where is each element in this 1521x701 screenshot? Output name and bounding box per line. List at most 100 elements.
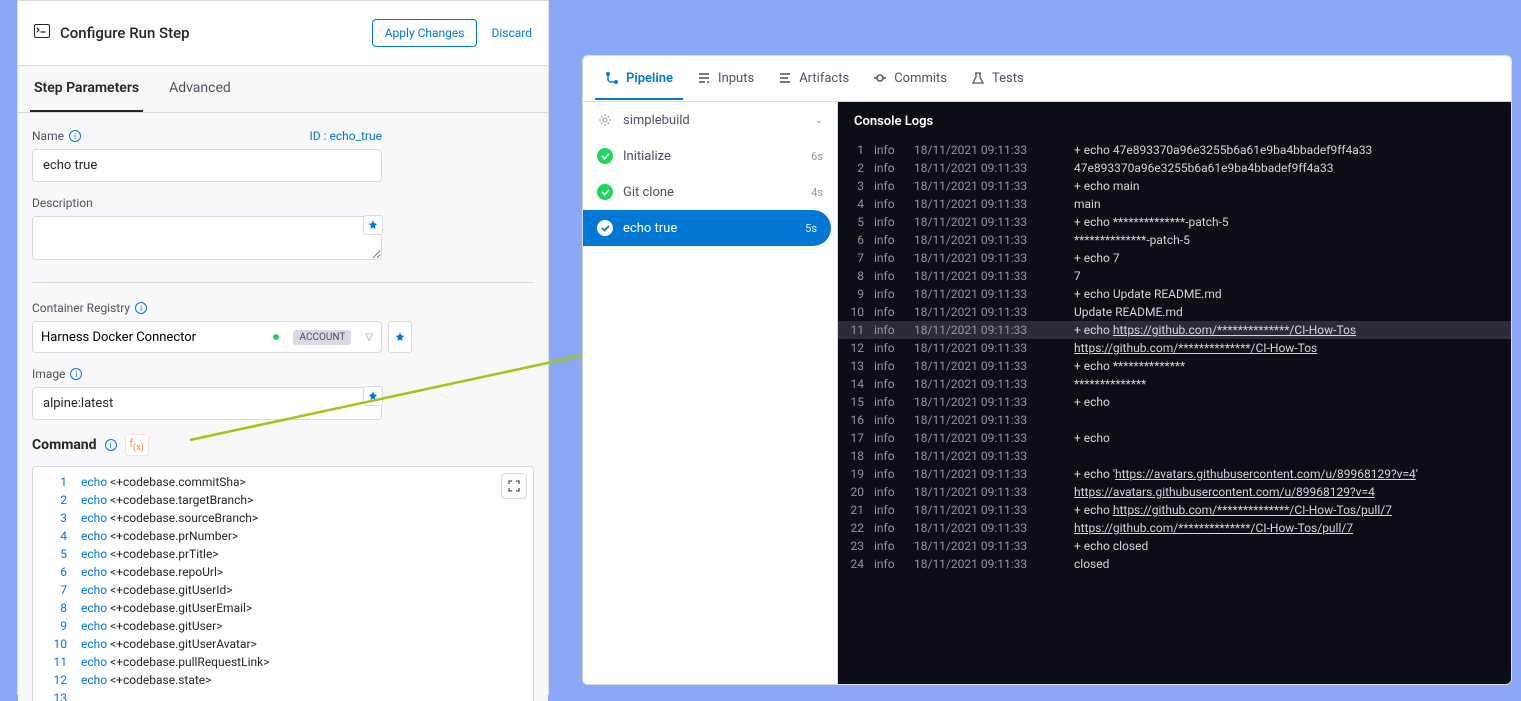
divider [32,282,534,283]
log-link[interactable]: https://github.com/**************/CI-How… [1074,521,1353,535]
tab-tests[interactable]: Tests [961,59,1034,100]
pin-button[interactable] [363,386,383,406]
image-input[interactable] [32,387,382,420]
log-line: 14info18/11/2021 09:11:33************** [838,375,1511,393]
log-line: 20info18/11/2021 09:11:33https://avatars… [838,483,1511,501]
registry-value: Harness Docker Connector [41,330,196,345]
registry-label: Container Registryi [32,301,534,315]
log-line: 21info18/11/2021 09:11:33+ echo https://… [838,501,1511,519]
code-line[interactable]: 9echo <+codebase.gitUser> [33,617,533,635]
id-display: ID : echo_true [310,129,382,143]
command-editor[interactable]: 1echo <+codebase.commitSha>2echo <+codeb… [32,466,534,701]
log-line: 22info18/11/2021 09:11:33https://github.… [838,519,1511,537]
log-line: 6info18/11/2021 09:11:33**************-p… [838,231,1511,249]
registry-connector-select[interactable]: Harness Docker Connector ACCOUNT ▽ [32,321,382,353]
log-line: 3info18/11/2021 09:11:33+ echo main [838,177,1511,195]
code-line[interactable]: 8echo <+codebase.gitUserEmail> [33,599,533,617]
expand-icon [508,480,520,492]
tab-commits[interactable]: Commits [863,59,957,100]
tab-advanced[interactable]: Advanced [165,66,235,112]
info-icon[interactable]: i [69,130,81,142]
code-line[interactable]: 2echo <+codebase.targetBranch> [33,491,533,509]
pin-icon [395,332,405,342]
step-duration: 5s [805,222,817,235]
log-line: 16info18/11/2021 09:11:33 [838,411,1511,429]
expand-editor-button[interactable] [501,473,527,499]
log-line: 11info18/11/2021 09:11:33+ echo https://… [838,321,1511,339]
discard-button[interactable]: Discard [491,26,532,40]
code-line[interactable]: 6echo <+codebase.repoUrl> [33,563,533,581]
log-link[interactable]: https://github.com/**************/CI-How… [1074,341,1317,355]
name-input[interactable] [32,149,382,182]
log-line: 24info18/11/2021 09:11:33closed [838,555,1511,573]
info-icon[interactable]: i [135,302,147,314]
step-row[interactable]: Initialize6s [583,138,837,174]
apply-changes-button[interactable]: Apply Changes [372,19,478,47]
step-name: Git clone [623,185,674,200]
execution-body: simplebuild ⌄ Initialize6sGit clone4sech… [583,102,1511,684]
pipeline-icon [605,71,619,85]
panel-title-text: Configure Run Step [60,24,190,42]
code-line[interactable]: 11echo <+codebase.pullRequestLink> [33,653,533,671]
name-label: Namei [32,129,81,143]
log-link[interactable]: https://github.com/**************/CI-How… [1113,323,1356,337]
registry-row: Container Registryi Harness Docker Conne… [32,301,534,353]
check-icon [597,220,613,236]
code-line[interactable]: 12echo <+codebase.state> [33,671,533,689]
expression-button[interactable]: f(x) [125,434,149,456]
artifacts-icon [778,71,792,85]
tests-icon [971,71,985,85]
execution-tabs: Pipeline Inputs Artifacts Commits Tests [583,56,1511,102]
command-header: Command i f(x) [32,434,534,456]
check-icon [597,184,613,200]
commits-icon [873,71,887,85]
step-duration: 6s [811,150,823,163]
command-label: Command [32,437,97,453]
inputs-icon [697,71,711,85]
info-icon[interactable]: i [70,368,82,380]
image-label: Imagei [32,367,534,381]
code-line[interactable]: 4echo <+codebase.prNumber> [33,527,533,545]
pin-button[interactable] [363,215,383,235]
image-row: Imagei [32,367,534,420]
log-link[interactable]: https://github.com/**************/CI-How… [1113,503,1392,517]
code-line[interactable]: 1echo <+codebase.commitSha> [33,473,533,491]
execution-panel: Pipeline Inputs Artifacts Commits Tests [582,55,1512,685]
pin-button[interactable] [388,321,412,353]
log-link[interactable]: https://avatars.githubusercontent.com/u/… [1074,485,1375,499]
command-row: Command i f(x) 1echo <+codebase.commitSh… [32,434,534,701]
step-row[interactable]: echo true5s [583,210,831,246]
log-line: 9info18/11/2021 09:11:33+ echo Update RE… [838,285,1511,303]
description-textarea[interactable] [32,216,382,260]
fx-icon: f(x) [129,437,144,453]
log-link[interactable]: https://avatars.githubusercontent.com/u/… [1115,467,1416,481]
code-line[interactable]: 13 [33,689,533,701]
log-line: 10info18/11/2021 09:11:33Update README.m… [838,303,1511,321]
console-logs: Console Logs 1info18/11/2021 09:11:33+ e… [838,102,1511,684]
log-line: 1info18/11/2021 09:11:33+ echo 47e893370… [838,141,1511,159]
stage-group[interactable]: simplebuild ⌄ [583,102,837,138]
gear-icon [597,112,613,128]
tab-pipeline[interactable]: Pipeline [595,59,683,100]
step-row[interactable]: Git clone4s [583,174,837,210]
code-line[interactable]: 3echo <+codebase.sourceBranch> [33,509,533,527]
check-icon [597,148,613,164]
code-line[interactable]: 5echo <+codebase.prTitle> [33,545,533,563]
log-line: 18info18/11/2021 09:11:33 [838,447,1511,465]
name-row: Namei ID : echo_true [32,129,534,182]
code-line[interactable]: 7echo <+codebase.gitUserId> [33,581,533,599]
steps-column: simplebuild ⌄ Initialize6sGit clone4sech… [583,102,838,684]
code-line[interactable]: 10echo <+codebase.gitUserAvatar> [33,635,533,653]
tab-artifacts[interactable]: Artifacts [768,59,859,100]
log-line: 23info18/11/2021 09:11:33+ echo closed [838,537,1511,555]
panel-header: Configure Run Step Apply Changes Discard [18,1,548,66]
chevron-down-icon: ▽ [365,332,373,343]
form-body: Namei ID : echo_true Description Contain… [18,113,548,701]
tab-label: Tests [992,71,1024,86]
tab-step-parameters[interactable]: Step Parameters [30,66,143,112]
panel-title: Configure Run Step [34,24,190,42]
panel-actions: Apply Changes Discard [372,19,532,47]
log-line: 4info18/11/2021 09:11:33main [838,195,1511,213]
tab-inputs[interactable]: Inputs [687,59,764,100]
info-icon[interactable]: i [105,439,117,451]
